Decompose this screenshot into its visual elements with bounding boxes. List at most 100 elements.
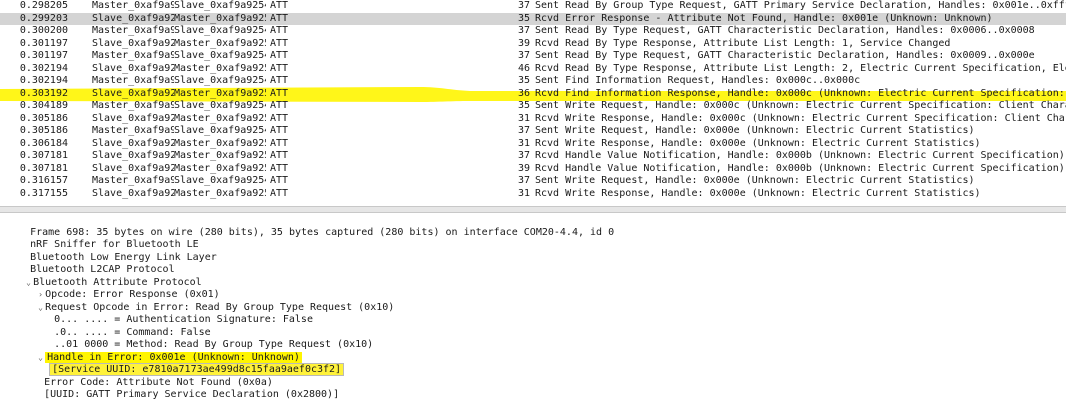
tree-item-att[interactable]: ⌄ Bluetooth Attribute Protocol (0, 264, 202, 288)
packet-info: Rcvd Handle Value Notification, Handle: … (535, 150, 1065, 161)
tree-item-frame[interactable]: Frame 698: 35 bytes on wire (280 bits), … (6, 214, 614, 238)
packet-row[interactable]: 0.316157 Master_0xaf9a9… Slave_0xaf9a925… (0, 175, 1066, 188)
packet-length: 39 (517, 37, 530, 49)
packet-destination: Slave_0xaf9a9254 (174, 100, 266, 111)
packet-time: 0.301197 (19, 37, 68, 49)
tree-item-method[interactable]: ..01 0000 = Method: Read By Group Type R… (30, 327, 373, 350)
packet-length: 46 (517, 62, 530, 74)
packet-protocol: ATT (270, 62, 289, 74)
tree-item-sniffer[interactable]: nRF Sniffer for Bluetooth LE (6, 227, 199, 250)
packet-info: Sent Write Request, Handle: 0x000c (Unkn… (535, 100, 1066, 111)
packet-destination: Master_0xaf9a9254 (174, 112, 266, 124)
packet-destination: Master_0xaf9a9254 (174, 187, 266, 199)
packet-source: Slave_0xaf9a92… (92, 62, 174, 74)
packet-destination: Slave_0xaf9a9254 (174, 125, 266, 136)
packet-time: 0.316157 (19, 175, 68, 186)
packet-source: Master_0xaf9a9… (92, 75, 174, 86)
packet-source: Slave_0xaf9a92… (92, 37, 174, 49)
packet-row-selected[interactable]: 0.299203 Slave_0xaf9a92… Master_0xaf9a92… (0, 12, 1066, 25)
packet-info: Sent Read By Type Request, GATT Characte… (535, 50, 1035, 61)
packet-source: Slave_0xaf9a92… (92, 187, 174, 199)
packet-time: 0.299203 (19, 12, 68, 24)
packet-destination: Master_0xaf9a9254 (174, 137, 266, 149)
packet-info: Sent Write Request, Handle: 0x000e (Unkn… (535, 125, 975, 136)
packet-length: 35 (517, 75, 530, 86)
packet-length: 31 (517, 187, 530, 199)
packet-row[interactable]: 0.305186 Slave_0xaf9a92… Master_0xaf9a92… (0, 113, 1066, 126)
packet-info: Rcvd Read By Type Response, Attribute Li… (535, 37, 951, 49)
packet-source: Master_0xaf9a9… (92, 25, 174, 36)
packet-length: 37 (517, 175, 530, 186)
packet-info: Rcvd Error Response - Attribute Not Foun… (535, 12, 993, 24)
packet-row[interactable]: 0.317155 Slave_0xaf9a92… Master_0xaf9a92… (0, 188, 1066, 201)
packet-list[interactable]: 0.298205 Master_0xaf9a9… Slave_0xaf9a925… (0, 0, 1066, 204)
packet-protocol: ATT (270, 175, 289, 186)
tree-item-uuid[interactable]: [UUID: GATT Primary Service Declaration … (20, 377, 339, 400)
packet-source: Slave_0xaf9a92… (92, 87, 174, 99)
packet-details-tree[interactable]: Frame 698: 35 bytes on wire (280 bits), … (0, 212, 1066, 408)
tree-item-link-layer[interactable]: Bluetooth Low Energy Link Layer (6, 239, 217, 263)
tree-item-command[interactable]: .0.. .... = Command: False (30, 314, 211, 338)
tree-item-error-code[interactable]: Error Code: Attribute Not Found (0x0a) (20, 364, 273, 388)
packet-source: Slave_0xaf9a92… (92, 12, 174, 24)
packet-row[interactable]: 0.298205 Master_0xaf9a9… Slave_0xaf9a925… (0, 0, 1066, 13)
packet-destination: Master_0xaf9a9254 (174, 162, 266, 174)
packet-time: 0.305186 (19, 125, 68, 136)
packet-protocol: ATT (270, 87, 289, 99)
tree-item-service-uuid[interactable]: [Service UUID: e7810a7173ae499d8c15faa9a… (26, 352, 345, 376)
packet-info: Rcvd Find Information Response, Handle: … (535, 87, 1065, 99)
packet-row[interactable]: 0.300200 Master_0xaf9a9… Slave_0xaf9a925… (0, 25, 1066, 38)
packet-time: 0.304189 (19, 100, 68, 111)
tree-item-opcode[interactable]: › Opcode: Error Response (0x01) (12, 277, 220, 300)
tree-item-request-opcode[interactable]: ⌄ Request Opcode in Error: Read By Group … (12, 289, 394, 313)
packet-row[interactable]: 0.307181 Slave_0xaf9a92… Master_0xaf9a92… (0, 150, 1066, 163)
packet-protocol: ATT (270, 12, 289, 24)
packet-length: 31 (517, 112, 530, 124)
packet-length: 37 (517, 125, 530, 136)
packet-protocol: ATT (270, 150, 289, 161)
packet-length: 39 (517, 162, 530, 174)
packet-destination: Slave_0xaf9a9254 (174, 50, 266, 61)
packet-time: 0.305186 (19, 112, 68, 124)
packet-protocol: ATT (270, 162, 289, 174)
packet-time: 0.303192 (19, 87, 68, 99)
packet-row[interactable]: 0.301197 Master_0xaf9a9… Slave_0xaf9a925… (0, 50, 1066, 63)
packet-time: 0.300200 (19, 25, 68, 36)
packet-row[interactable]: 0.302194 Slave_0xaf9a92… Master_0xaf9a92… (0, 63, 1066, 76)
packet-protocol: ATT (270, 125, 289, 136)
packet-row[interactable]: 0.305186 Master_0xaf9a9… Slave_0xaf9a925… (0, 125, 1066, 138)
packet-info: Rcvd Write Response, Handle: 0x000e (Unk… (535, 187, 981, 199)
packet-info: Sent Read By Group Type Request, GATT Pr… (535, 0, 1066, 11)
tree-item-auth-signature[interactable]: 0... .... = Authentication Signature: Fa… (30, 302, 313, 325)
packet-row[interactable]: 0.301197 Slave_0xaf9a92… Master_0xaf9a92… (0, 38, 1066, 51)
packet-destination: Slave_0xaf9a9254 (174, 175, 266, 186)
packet-time: 0.307181 (19, 150, 68, 161)
packet-length: 37 (517, 150, 530, 161)
packet-destination: Master_0xaf9a9254 (174, 12, 266, 24)
packet-source: Master_0xaf9a9… (92, 125, 174, 136)
packet-length: 37 (517, 0, 530, 11)
packet-protocol: ATT (270, 137, 289, 149)
packet-time: 0.307181 (19, 162, 68, 174)
tree-item-l2cap[interactable]: Bluetooth L2CAP Protocol (6, 252, 175, 275)
packet-length: 31 (517, 137, 530, 149)
packet-protocol: ATT (270, 0, 289, 11)
packet-protocol: ATT (270, 187, 289, 199)
packet-row[interactable]: 0.307181 Slave_0xaf9a92… Master_0xaf9a92… (0, 163, 1066, 176)
packet-protocol: ATT (270, 112, 289, 124)
packet-source: Master_0xaf9a9… (92, 0, 174, 11)
packet-length: 35 (517, 12, 530, 24)
packet-source: Master_0xaf9a9… (92, 100, 174, 111)
packet-time: 0.301197 (19, 50, 68, 61)
packet-row[interactable]: 0.306184 Slave_0xaf9a92… Master_0xaf9a92… (0, 138, 1066, 151)
packet-time: 0.302194 (19, 75, 68, 86)
packet-row-highlighted[interactable]: 0.303192 Slave_0xaf9a92… Master_0xaf9a92… (0, 88, 1066, 101)
packet-time: 0.298205 (19, 0, 68, 11)
tree-item-label: [UUID: GATT Primary Service Declaration … (44, 389, 340, 400)
packet-info: Rcvd Handle Value Notification, Handle: … (535, 162, 1065, 174)
packet-source: Slave_0xaf9a92… (92, 150, 174, 161)
tree-item-handle-in-error[interactable]: ⌄ Handle in Error: 0x001e (Unknown: Unkno… (12, 339, 302, 363)
packet-row[interactable]: 0.302194 Master_0xaf9a9… Slave_0xaf9a925… (0, 75, 1066, 88)
packet-destination: Master_0xaf9a9254 (174, 87, 266, 99)
packet-row[interactable]: 0.304189 Master_0xaf9a9… Slave_0xaf9a925… (0, 100, 1066, 113)
